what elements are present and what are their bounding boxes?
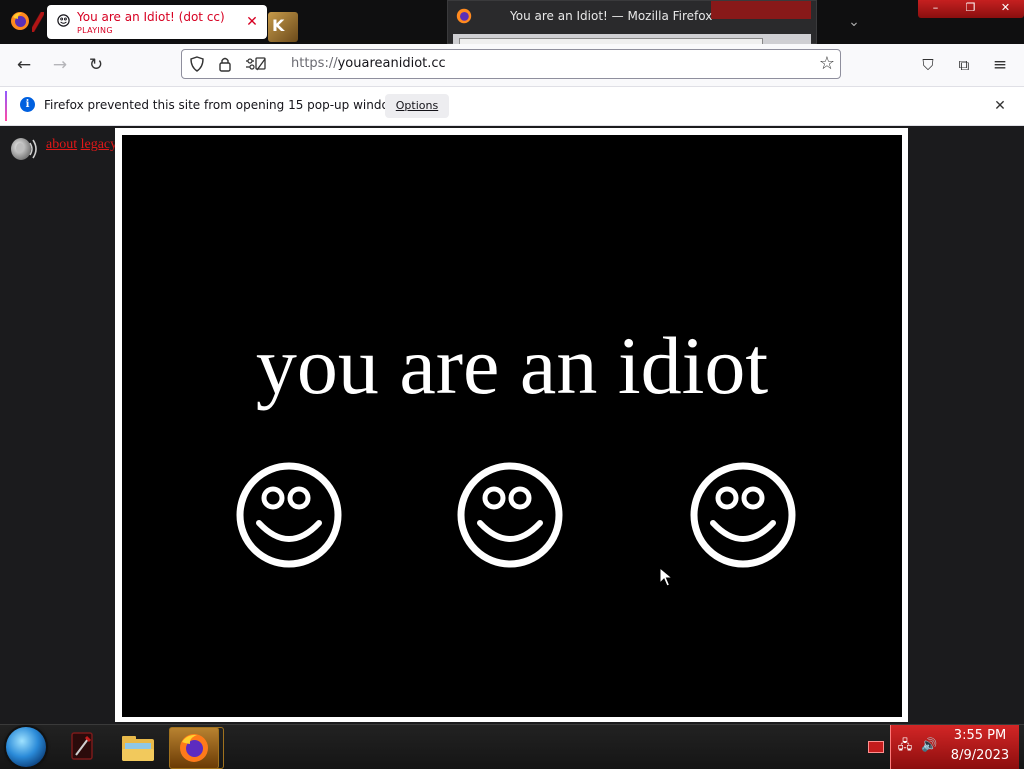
smiley-face-icon (236, 462, 342, 568)
url-bar[interactable]: https://youareanidiot.cc ☆ (181, 49, 841, 79)
notification-accent (5, 91, 7, 121)
mouse-cursor-icon (659, 567, 673, 587)
thumbnail-glyph-icon: K (272, 16, 285, 35)
url-host: youareanidiot.cc (337, 56, 446, 71)
flash-stage[interactable]: you are an idiot (122, 135, 902, 717)
page-content: about legacy safe you are an idiot (0, 126, 1024, 724)
network-icon[interactable]: 🖧 (897, 738, 913, 754)
url-scheme: https:// (291, 56, 338, 71)
media-player-taskbar-icon[interactable] (58, 727, 106, 767)
shield-icon[interactable] (188, 55, 206, 73)
app-menu-button[interactable]: ≡ (987, 52, 1013, 78)
notification-options-button[interactable]: Options (385, 94, 449, 118)
start-button[interactable] (6, 727, 46, 767)
close-window-button[interactable]: ✕ (988, 0, 1023, 18)
volume-icon[interactable]: 🔊 (921, 738, 937, 754)
extensions-button[interactable]: ⧉ (951, 52, 977, 78)
notification-close-button[interactable]: ✕ (990, 96, 1010, 116)
options-label: Options (395, 99, 439, 112)
list-all-tabs-button[interactable]: ⌄ (842, 10, 866, 34)
reload-button[interactable]: ↻ (83, 52, 109, 78)
tab-title: You are an Idiot! (dot cc) (77, 10, 225, 24)
popup-window-controls[interactable] (711, 1, 811, 19)
taskbar: 🖧 🔊 3:55 PM 8/9/2023 (0, 724, 1024, 769)
minimize-button[interactable]: – (918, 0, 953, 18)
decorative-streak (32, 12, 44, 32)
link-legacy[interactable]: legacy (81, 137, 118, 152)
pocket-button[interactable]: ⛉ (915, 52, 941, 78)
info-icon: i (20, 97, 35, 112)
lock-icon[interactable] (216, 55, 234, 73)
window-controls: – ❐ ✕ (918, 0, 1024, 18)
forward-button[interactable]: → (47, 52, 73, 78)
system-tray: 🖧 🔊 3:55 PM 8/9/2023 (890, 725, 1019, 769)
smiley-favicon-icon (57, 14, 70, 27)
tab-active[interactable]: You are an Idiot! (dot cc) PLAYING ✕ (47, 5, 267, 39)
tray-flag-icon[interactable] (868, 741, 884, 753)
flash-stage-frame: you are an idiot (115, 128, 908, 722)
clock-date[interactable]: 8/9/2023 (945, 748, 1015, 763)
navigation-toolbar: ← → ↻ https://youareanidiot.cc ☆ ⛉ ⧉ ≡ (0, 44, 1024, 87)
background-popup-window[interactable]: You are an Idiot! — Mozilla Firefox (447, 0, 817, 47)
file-explorer-taskbar-icon[interactable] (114, 727, 162, 767)
tab-close-button[interactable]: ✕ (243, 13, 261, 31)
taskbar-stack-indicator (215, 727, 224, 769)
notification-message: Firefox prevented this site from opening… (44, 98, 409, 112)
firefox-icon (180, 734, 208, 762)
clock-time[interactable]: 3:55 PM (945, 728, 1015, 743)
smiley-face-icon (457, 462, 563, 568)
url-text[interactable]: https://youareanidiot.cc (291, 56, 446, 71)
link-about[interactable]: about (46, 137, 77, 152)
back-button[interactable]: ← (11, 52, 37, 78)
bookmark-star-button[interactable]: ☆ (814, 51, 840, 77)
tab-thumbnail[interactable]: K (268, 12, 298, 42)
restore-button[interactable]: ❐ (953, 0, 988, 18)
smiley-face-icon (690, 462, 796, 568)
firefox-icon (456, 8, 472, 24)
tab-playing-status: PLAYING (77, 26, 113, 35)
tab-strip: You are an Idiot! (dot cc) PLAYING ✕ K Y… (0, 0, 1024, 47)
permissions-icon[interactable] (244, 55, 268, 73)
firefox-taskbar-button[interactable] (169, 727, 219, 769)
firefox-icon[interactable] (10, 11, 30, 31)
speaker-icon[interactable] (6, 132, 40, 166)
popup-window-title: You are an Idiot! — Mozilla Firefox (510, 9, 713, 23)
headline-text: you are an idiot (255, 320, 769, 411)
popup-blocked-notification: i Firefox prevented this site from openi… (0, 87, 1024, 126)
